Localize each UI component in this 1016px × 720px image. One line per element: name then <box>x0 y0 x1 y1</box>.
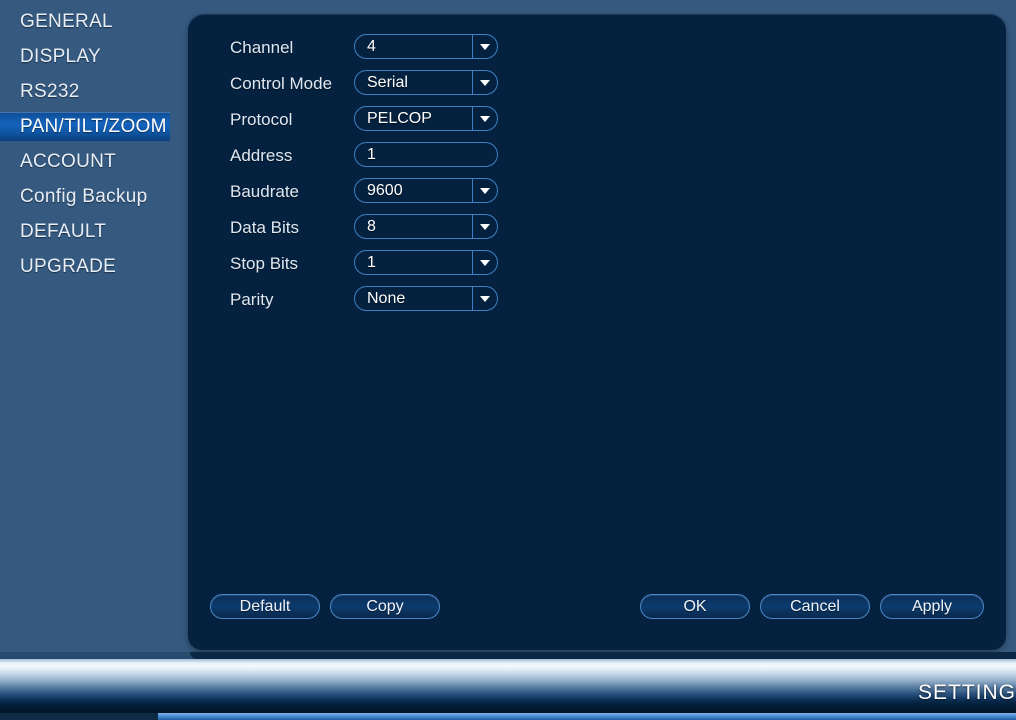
field-value-baudrate: 9600 <box>367 182 403 199</box>
field-value-control-mode: Serial <box>367 74 408 91</box>
dropdown-channel[interactable]: 4 <box>354 34 498 59</box>
chevron-down-icon[interactable] <box>472 287 497 310</box>
sidebar-item-label: RS232 <box>20 80 80 102</box>
button-label: Default <box>239 597 291 615</box>
sidebar-item-label: ACCOUNT <box>20 150 117 172</box>
dropdown-stop-bits[interactable]: 1 <box>354 250 498 275</box>
caret-glyph <box>480 43 490 50</box>
settings-sidebar: GENERAL DISPLAY RS232 PAN/TILT/ZOOM ACCOUNT C… <box>0 0 188 660</box>
sidebar-item-rs232[interactable]: RS232 <box>0 77 170 106</box>
button-label: Cancel <box>790 597 840 615</box>
sidebar-item-label: UPGRADE <box>20 255 117 277</box>
field-value-channel: 4 <box>367 38 376 55</box>
field-value-data-bits: 8 <box>367 218 376 235</box>
dropdown-baudrate[interactable]: 9600 <box>354 178 498 203</box>
caret-glyph <box>480 187 490 194</box>
settings-panel: Channel 4 Control Mode Serial Protocol PELCOP… <box>188 14 1006 650</box>
dropdown-control-mode[interactable]: Serial <box>354 70 498 95</box>
button-label: Apply <box>911 597 953 615</box>
caret-glyph <box>480 79 490 86</box>
label-channel: Channel <box>230 38 294 57</box>
dropdown-data-bits[interactable]: 8 <box>354 214 498 239</box>
status-bar-dark-band <box>0 704 1016 713</box>
field-value-protocol: PELCOP <box>367 110 432 127</box>
status-bar-notch <box>190 652 1016 659</box>
status-bar: SETTING <box>0 652 1016 720</box>
input-address[interactable]: 1 <box>354 142 498 167</box>
field-value-address: 1 <box>367 146 376 163</box>
dvr-settings-screen: GENERAL DISPLAY RS232 PAN/TILT/ZOOM ACCOUNT C… <box>0 0 1016 720</box>
caret-glyph <box>480 259 490 266</box>
dropdown-protocol[interactable]: PELCOP <box>354 106 498 131</box>
status-bar-mode-label: SETTING <box>917 681 1016 704</box>
chevron-down-icon[interactable] <box>472 107 497 130</box>
label-parity: Parity <box>230 290 274 309</box>
apply-button[interactable]: Apply <box>880 594 984 619</box>
status-bar-accent-left-cap <box>0 713 158 720</box>
sidebar-item-label: PAN/TILT/ZOOM <box>20 115 167 137</box>
sidebar-item-default[interactable]: DEFAULT <box>0 217 170 246</box>
sidebar-item-upgrade[interactable]: UPGRADE <box>0 252 170 281</box>
caret-glyph <box>480 115 490 122</box>
sidebar-item-display[interactable]: DISPLAY <box>0 42 170 71</box>
status-bar-gradient: SETTING <box>0 659 1016 704</box>
sidebar-item-label: DISPLAY <box>20 45 101 67</box>
sidebar-item-label: DEFAULT <box>20 220 107 242</box>
button-label: OK <box>683 597 707 615</box>
button-label: Copy <box>366 597 404 615</box>
sidebar-item-account[interactable]: ACCOUNT <box>0 147 170 176</box>
label-control-mode: Control Mode <box>230 74 333 93</box>
sidebar-item-label: GENERAL <box>20 10 113 32</box>
label-baudrate: Baudrate <box>230 182 299 201</box>
dropdown-parity[interactable]: None <box>354 286 498 311</box>
field-value-parity: None <box>367 290 406 307</box>
field-value-stop-bits: 1 <box>367 254 376 271</box>
caret-glyph <box>480 223 490 230</box>
sidebar-item-general[interactable]: GENERAL <box>0 7 170 36</box>
chevron-down-icon[interactable] <box>472 251 497 274</box>
ok-button[interactable]: OK <box>640 594 750 619</box>
label-address: Address <box>230 146 293 165</box>
cancel-button[interactable]: Cancel <box>760 594 870 619</box>
label-protocol: Protocol <box>230 110 293 129</box>
label-stop-bits: Stop Bits <box>230 254 299 273</box>
sidebar-item-label: Config Backup <box>20 185 148 207</box>
chevron-down-icon[interactable] <box>472 35 497 58</box>
default-button[interactable]: Default <box>210 594 320 619</box>
sidebar-item-config-backup[interactable]: Config Backup <box>0 182 170 211</box>
chevron-down-icon[interactable] <box>472 215 497 238</box>
chevron-down-icon[interactable] <box>472 71 497 94</box>
chevron-down-icon[interactable] <box>472 179 497 202</box>
copy-button[interactable]: Copy <box>330 594 440 619</box>
sidebar-item-pan-tilt-zoom[interactable]: PAN/TILT/ZOOM <box>0 112 170 141</box>
label-data-bits: Data Bits <box>230 218 299 237</box>
caret-glyph <box>480 295 490 302</box>
